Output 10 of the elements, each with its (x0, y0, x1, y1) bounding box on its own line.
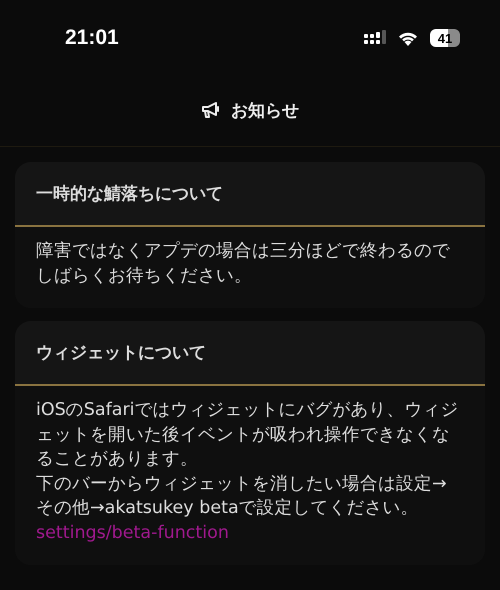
status-time: 21:01 (65, 26, 119, 50)
notice-text: iOSのSafariではウィジェットにバグがあり、ウィジェットを開いた後イベントが吸われ操作できなくなることがあります。 (36, 399, 460, 471)
megaphone-icon (201, 101, 221, 119)
settings-link[interactable]: settings/beta-function (36, 520, 229, 545)
wifi-icon (398, 30, 418, 46)
battery-icon: 41 (430, 29, 460, 47)
signal-icon (364, 30, 386, 46)
notice-text: 障害ではなくアプデの場合は三分ほどで終わるのでしばらくお待ちください。 (36, 240, 451, 288)
page-title: お知らせ (231, 100, 299, 122)
notice-text: 下のバーからウィジェットを消したい場合は設定→その他→akatsukey betaで設定してください。 (36, 472, 448, 520)
